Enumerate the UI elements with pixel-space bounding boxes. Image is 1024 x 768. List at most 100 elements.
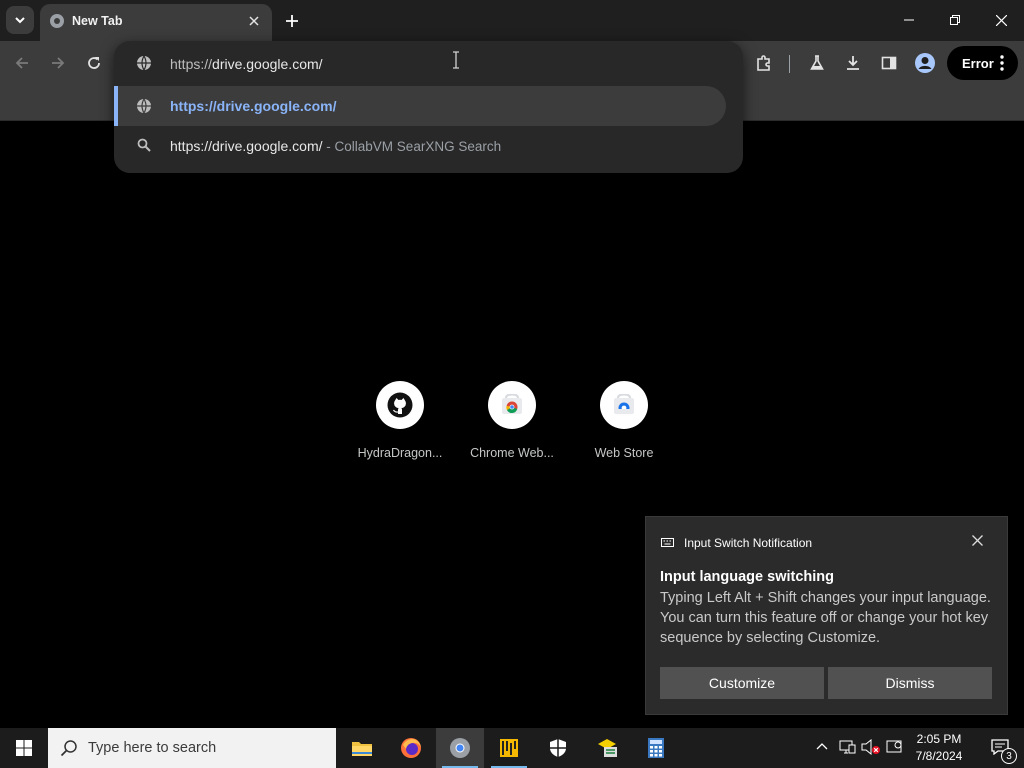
- keyboard-icon: [661, 538, 674, 547]
- text-cursor-icon: [453, 51, 459, 69]
- avatar-icon: [915, 53, 935, 73]
- more-vert-icon: [1000, 55, 1004, 71]
- taskbar-app[interactable]: [485, 728, 533, 768]
- chrome-icon: [450, 738, 470, 758]
- shortcut-hydradragon[interactable]: HydraDragon...: [352, 381, 448, 471]
- taskbar-search-placeholder: Type here to search: [88, 740, 217, 756]
- action-center-button[interactable]: 3: [979, 728, 1024, 768]
- shortcut-chrome-web[interactable]: Chrome Web...: [464, 381, 560, 471]
- security-icon: [550, 739, 566, 757]
- network-app-icon: [598, 739, 617, 757]
- shortcut-label: HydraDragon...: [357, 446, 443, 460]
- close-icon: [995, 14, 1007, 26]
- notification-count-badge: 3: [1001, 748, 1017, 764]
- minimize-icon: [904, 19, 914, 21]
- close-window-button[interactable]: [978, 0, 1024, 40]
- suggestion-search-text: https://drive.google.com/: [170, 138, 323, 154]
- clock-date: 7/8/2024: [915, 749, 963, 763]
- notification-body: Typing Left Alt + Shift changes your inp…: [660, 590, 991, 646]
- flask-icon: [810, 55, 824, 70]
- tab-search-button[interactable]: [6, 6, 34, 34]
- shortcut-label: Chrome Web...: [470, 446, 554, 460]
- taskbar-clock[interactable]: 2:05 PM 7/8/2024: [905, 731, 973, 765]
- forward-button[interactable]: [44, 49, 72, 77]
- profile-button[interactable]: [911, 49, 939, 77]
- new-tab-button[interactable]: [280, 9, 304, 33]
- address-input-text[interactable]: https://drive.google.com/: [170, 56, 323, 72]
- suggestion-url-text: https://drive.google.com/: [170, 98, 337, 114]
- network-icon[interactable]: [838, 739, 856, 755]
- url-scheme: https://: [170, 56, 213, 72]
- windows-logo-icon: [16, 740, 32, 756]
- minimize-button[interactable]: [886, 0, 932, 40]
- app-icon: [500, 739, 518, 757]
- volume-muted-icon[interactable]: [861, 739, 881, 755]
- back-button[interactable]: [8, 49, 36, 77]
- globe-icon: [137, 98, 151, 114]
- globe-icon: [137, 55, 151, 71]
- taskbar-search-box[interactable]: Type here to search: [48, 728, 336, 768]
- restore-icon: [950, 15, 960, 25]
- search-icon: [60, 740, 77, 757]
- side-panel-button[interactable]: [875, 49, 903, 77]
- chevron-down-icon: [15, 17, 25, 24]
- close-tab-button[interactable]: [245, 12, 263, 30]
- side-panel-icon: [881, 56, 897, 70]
- arrow-right-icon: [52, 57, 65, 69]
- tab-strip: New Tab: [0, 0, 1024, 41]
- tab-new-tab[interactable]: New Tab: [40, 4, 272, 41]
- clock-time: 2:05 PM: [916, 732, 962, 746]
- search-icon: [137, 138, 151, 152]
- suggestion-search[interactable]: https://drive.google.com/ - CollabVM Sea…: [114, 125, 743, 165]
- reload-icon: [88, 57, 100, 69]
- puzzle-icon: [757, 55, 770, 71]
- firefox-icon: [401, 738, 421, 758]
- chevron-up-icon[interactable]: [816, 742, 828, 750]
- download-icon: [847, 56, 859, 70]
- dismiss-button[interactable]: Dismiss: [828, 667, 992, 699]
- notification-close-button[interactable]: [972, 535, 988, 551]
- arrow-left-icon: [15, 57, 28, 69]
- selection-indicator: [114, 86, 118, 126]
- input-switch-notification: Input Switch Notification Input language…: [645, 516, 1008, 715]
- reload-button[interactable]: [80, 49, 108, 77]
- labs-button[interactable]: [803, 49, 831, 77]
- restore-button[interactable]: [932, 0, 978, 40]
- notification-app-name: Input Switch Notification: [684, 536, 813, 550]
- toolbar-separator: [789, 55, 790, 73]
- file-explorer-icon: [352, 742, 372, 756]
- screen-icon[interactable]: [886, 739, 904, 755]
- taskbar: Type here to search 2:05 PM 7/8/2024 3: [0, 728, 1024, 768]
- taskbar-network-app[interactable]: [583, 728, 631, 768]
- tab-title: New Tab: [72, 14, 123, 28]
- suggestion-search-engine: - CollabVM SearXNG Search: [322, 139, 502, 154]
- calculator-icon: [648, 738, 664, 758]
- plus-icon: [286, 15, 298, 27]
- customize-button[interactable]: Customize: [660, 667, 824, 699]
- shortcut-icon-circle: [600, 381, 648, 429]
- downloads-button[interactable]: [839, 49, 867, 77]
- close-icon: [249, 16, 259, 26]
- shortcut-icon-circle: [488, 381, 536, 429]
- suggestion-url[interactable]: https://drive.google.com/: [114, 86, 726, 126]
- error-button[interactable]: Error: [947, 46, 1018, 80]
- shortcut-label: Web Store: [594, 446, 654, 460]
- shortcut-web-store[interactable]: Web Store: [576, 381, 672, 471]
- taskbar-security[interactable]: [534, 728, 582, 768]
- taskbar-firefox[interactable]: [387, 728, 435, 768]
- error-label: Error: [962, 55, 994, 71]
- address-bar[interactable]: https://drive.google.com/: [114, 43, 743, 83]
- extensions-button[interactable]: [750, 49, 778, 77]
- close-icon: [972, 535, 983, 546]
- globe-icon: [50, 14, 64, 28]
- taskbar-calculator[interactable]: [632, 728, 680, 768]
- shortcut-icon-circle: [376, 381, 424, 429]
- github-icon: [387, 392, 413, 418]
- web-store-icon: [614, 394, 634, 414]
- omnibox-dropdown: https://drive.google.com/ https://drive.…: [114, 41, 743, 173]
- taskbar-file-explorer[interactable]: [338, 728, 386, 768]
- start-button[interactable]: [0, 728, 48, 768]
- taskbar-chrome[interactable]: [436, 728, 484, 768]
- url-domain: drive.google.com/: [212, 56, 323, 72]
- notification-heading: Input language switching: [660, 569, 834, 585]
